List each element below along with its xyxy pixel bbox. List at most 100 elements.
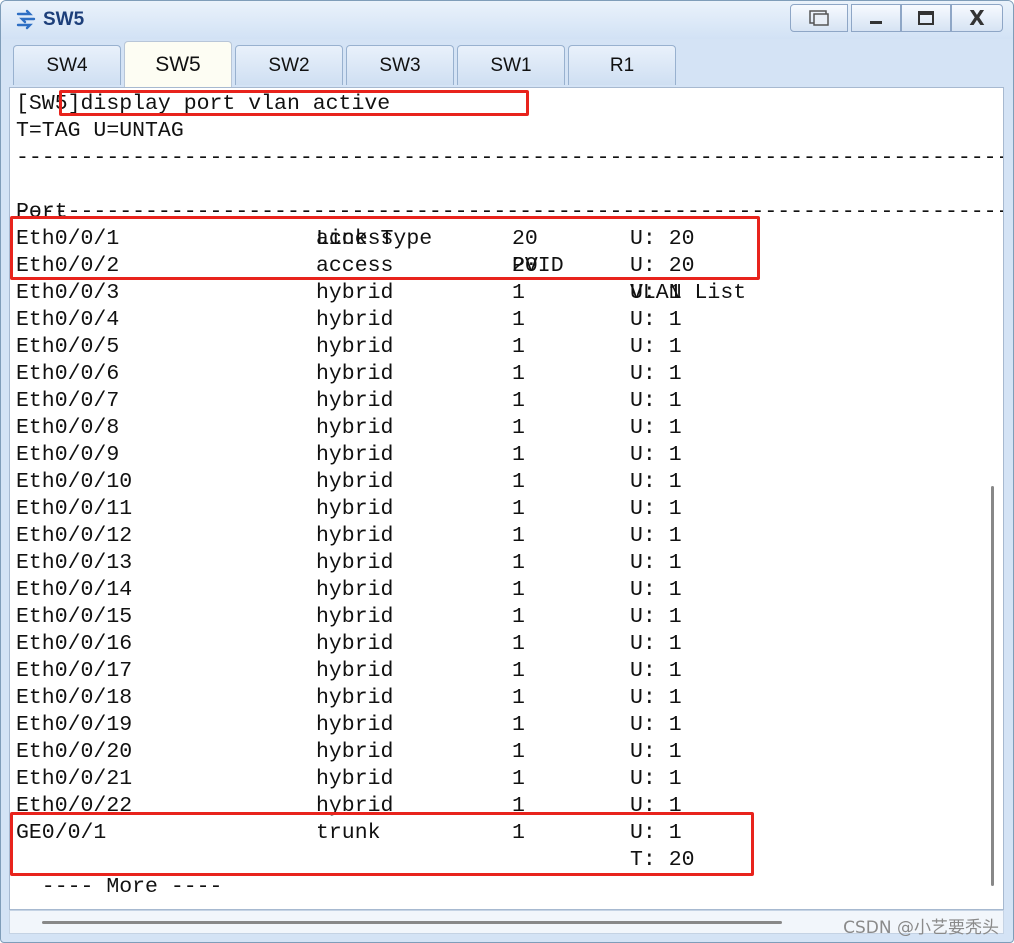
cell-port: Eth0/0/6 xyxy=(16,362,120,386)
vertical-scrollbar[interactable] xyxy=(988,486,996,886)
cell-link-type: hybrid xyxy=(316,443,394,467)
tab-sw1[interactable]: SW1 xyxy=(457,45,565,85)
vertical-scroll-thumb[interactable] xyxy=(991,486,994,886)
minimize-button[interactable] xyxy=(851,4,901,32)
cell-vlan-list: U: 1 xyxy=(630,524,682,548)
watermark: CSDN @小艺要秃头 xyxy=(843,918,999,938)
cell-pvid: 1 xyxy=(512,578,525,602)
cell-port: Eth0/0/3 xyxy=(16,281,120,305)
cell-link-type: hybrid xyxy=(316,497,394,521)
cell-port: Eth0/0/15 xyxy=(16,605,133,629)
cell-vlan-list: U: 1 xyxy=(630,308,682,332)
highlight-trunk-port xyxy=(10,812,754,876)
window-title: SW5 xyxy=(43,9,85,30)
cell-port: Eth0/0/9 xyxy=(16,443,120,467)
cell-pvid: 1 xyxy=(512,632,525,656)
tab-r1[interactable]: R1 xyxy=(568,45,676,85)
cell-port: Eth0/0/21 xyxy=(16,767,133,791)
cell-vlan-list: U: 1 xyxy=(630,335,682,359)
cell-pvid: 1 xyxy=(512,767,525,791)
switch-app-icon xyxy=(16,9,36,30)
cell-link-type: hybrid xyxy=(316,659,394,683)
tab-sw3[interactable]: SW3 xyxy=(346,45,454,85)
tab-sw2[interactable]: SW2 xyxy=(235,45,343,85)
cell-pvid: 1 xyxy=(512,524,525,548)
cell-link-type: hybrid xyxy=(316,713,394,737)
cell-pvid: 1 xyxy=(512,443,525,467)
more-prompt: ---- More ---- xyxy=(16,875,223,899)
cell-port: Eth0/0/12 xyxy=(16,524,133,548)
cell-vlan-list: U: 1 xyxy=(630,605,682,629)
cell-pvid: 1 xyxy=(512,497,525,521)
cell-port: Eth0/0/13 xyxy=(16,551,133,575)
cell-port: Eth0/0/7 xyxy=(16,389,120,413)
device-tab-bar: SW4 SW5 SW2 SW3 SW1 R1 xyxy=(9,41,1005,87)
cell-pvid: 1 xyxy=(512,551,525,575)
cell-link-type: hybrid xyxy=(316,281,394,305)
cell-port: Eth0/0/11 xyxy=(16,497,133,521)
cell-link-type: hybrid xyxy=(316,470,394,494)
horizontal-scroll-thumb[interactable] xyxy=(42,921,782,924)
cell-link-type: hybrid xyxy=(316,767,394,791)
restore-layout-button[interactable] xyxy=(790,4,848,32)
cell-port: Eth0/0/10 xyxy=(16,470,133,494)
cell-vlan-list: U: 1 xyxy=(630,659,682,683)
cell-pvid: 1 xyxy=(512,659,525,683)
cell-port: Eth0/0/19 xyxy=(16,713,133,737)
cell-link-type: hybrid xyxy=(316,740,394,764)
tab-sw4[interactable]: SW4 xyxy=(13,45,121,85)
maximize-button[interactable] xyxy=(901,4,951,32)
cell-link-type: hybrid xyxy=(316,389,394,413)
cell-pvid: 1 xyxy=(512,416,525,440)
cell-pvid: 1 xyxy=(512,740,525,764)
cell-port: Eth0/0/17 xyxy=(16,659,133,683)
cell-vlan-list: U: 1 xyxy=(630,362,682,386)
cell-link-type: hybrid xyxy=(316,416,394,440)
cell-port: Eth0/0/16 xyxy=(16,632,133,656)
highlight-access-ports xyxy=(10,216,760,280)
highlight-command xyxy=(59,90,529,116)
cell-link-type: hybrid xyxy=(316,308,394,332)
cell-port: Eth0/0/5 xyxy=(16,335,120,359)
cell-port: Eth0/0/18 xyxy=(16,686,133,710)
cell-port: Eth0/0/20 xyxy=(16,740,133,764)
cell-pvid: 1 xyxy=(512,308,525,332)
cell-vlan-list: U: 1 xyxy=(630,470,682,494)
cell-vlan-list: U: 1 xyxy=(630,686,682,710)
cell-vlan-list: U: 1 xyxy=(630,713,682,737)
cell-port: Eth0/0/8 xyxy=(16,416,120,440)
cell-vlan-list: U: 1 xyxy=(630,740,682,764)
cell-pvid: 1 xyxy=(512,713,525,737)
cell-pvid: 1 xyxy=(512,389,525,413)
cell-pvid: 1 xyxy=(512,281,525,305)
separator-line: ----------------------------------------… xyxy=(16,146,1004,170)
maximize-icon xyxy=(918,11,934,25)
table-header: Port Link Type PVID VLAN List xyxy=(16,172,746,305)
cell-pvid: 1 xyxy=(512,470,525,494)
cell-vlan-list: U: 1 xyxy=(630,551,682,575)
cell-vlan-list: U: 1 xyxy=(630,443,682,467)
cell-pvid: 1 xyxy=(512,335,525,359)
cell-link-type: hybrid xyxy=(316,524,394,548)
terminal-console[interactable]: [SW5]display port vlan active T=TAG U=UN… xyxy=(9,87,1004,910)
close-button[interactable]: X xyxy=(951,4,1003,32)
cell-link-type: hybrid xyxy=(316,632,394,656)
restore-icon xyxy=(809,10,829,26)
minimize-icon xyxy=(870,21,882,24)
cell-vlan-list: U: 1 xyxy=(630,578,682,602)
cell-vlan-list: U: 1 xyxy=(630,767,682,791)
cell-port: Eth0/0/14 xyxy=(16,578,133,602)
app-window: SW5 X SW4 SW5 SW2 SW3 SW1 R1 [SW5]displa… xyxy=(0,0,1014,943)
tag-legend: T=TAG U=UNTAG xyxy=(16,119,184,143)
cell-pvid: 1 xyxy=(512,686,525,710)
cell-vlan-list: U: 1 xyxy=(630,497,682,521)
title-bar[interactable]: SW5 X xyxy=(1,1,1013,39)
cell-link-type: hybrid xyxy=(316,578,394,602)
tab-sw5[interactable]: SW5 xyxy=(124,41,232,87)
cell-vlan-list: U: 1 xyxy=(630,389,682,413)
cell-link-type: hybrid xyxy=(316,362,394,386)
cell-link-type: hybrid xyxy=(316,605,394,629)
cell-vlan-list: U: 1 xyxy=(630,281,682,305)
cell-pvid: 1 xyxy=(512,605,525,629)
cell-vlan-list: U: 1 xyxy=(630,632,682,656)
